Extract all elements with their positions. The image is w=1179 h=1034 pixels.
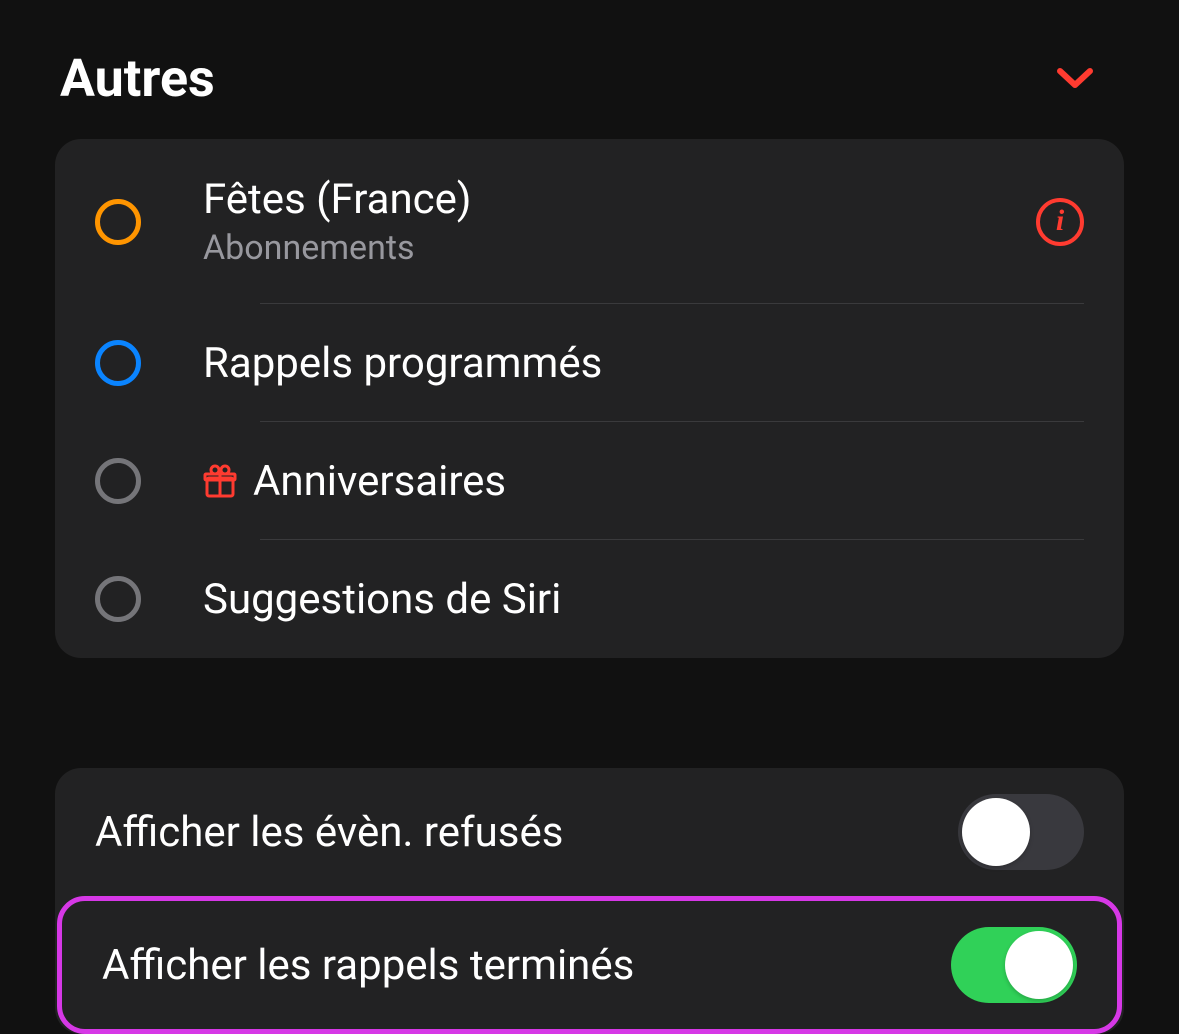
calendar-subtitle: Abonnements: [203, 228, 1036, 268]
calendar-row-rappels[interactable]: Rappels programmés: [55, 304, 1124, 422]
calendar-row-anniversaires[interactable]: Anniversaires: [55, 422, 1124, 540]
calendar-content: Fêtes (France) Abonnements: [203, 175, 1036, 268]
calendar-title-text: Anniversaires: [253, 457, 506, 506]
toggles-card: Afficher les évèn. refusés Afficher les …: [55, 768, 1124, 1034]
toggle-switch-declined[interactable]: [958, 794, 1084, 870]
section-title: Autres: [60, 48, 215, 109]
toggle-row-completed-reminders: Afficher les rappels terminés: [57, 896, 1122, 1034]
calendar-title: Suggestions de Siri: [203, 575, 1084, 624]
toggle-knob: [1005, 931, 1073, 999]
collapse-button[interactable]: [1055, 59, 1095, 99]
radio-circle-icon[interactable]: [95, 199, 141, 245]
calendar-content: Anniversaires: [203, 457, 1084, 506]
info-icon: i: [1056, 206, 1064, 236]
calendar-title: Rappels programmés: [203, 339, 1084, 388]
calendar-content: Suggestions de Siri: [203, 575, 1084, 624]
calendar-title: Anniversaires: [203, 457, 1084, 506]
calendar-content: Rappels programmés: [203, 339, 1084, 388]
toggle-row-declined-events: Afficher les évèn. refusés: [55, 768, 1124, 896]
calendar-title: Fêtes (France): [203, 175, 1036, 224]
calendar-row-fetes[interactable]: Fêtes (France) Abonnements i: [55, 139, 1124, 304]
gift-icon: [203, 464, 237, 498]
radio-circle-icon[interactable]: [95, 340, 141, 386]
chevron-down-icon: [1056, 67, 1094, 91]
toggle-label: Afficher les rappels terminés: [102, 941, 634, 990]
toggle-knob: [962, 798, 1030, 866]
radio-circle-icon[interactable]: [95, 576, 141, 622]
toggle-label: Afficher les évèn. refusés: [95, 808, 563, 857]
calendar-list: Fêtes (France) Abonnements i Rappels pro…: [55, 139, 1124, 658]
toggle-switch-completed[interactable]: [951, 927, 1077, 1003]
calendar-row-siri[interactable]: Suggestions de Siri: [55, 540, 1124, 658]
radio-circle-icon[interactable]: [95, 458, 141, 504]
info-button[interactable]: i: [1036, 198, 1084, 246]
